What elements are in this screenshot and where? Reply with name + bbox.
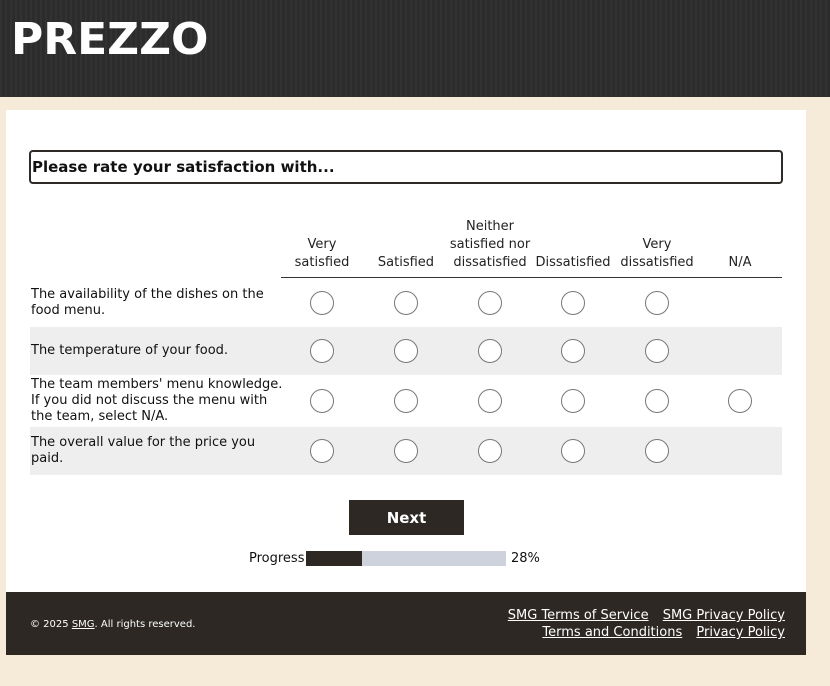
rating-row-value: The overall value for the price you paid… bbox=[30, 427, 782, 475]
smg-terms-link[interactable]: SMG Terms of Service bbox=[508, 608, 649, 623]
rating-row-temperature: The temperature of your food. bbox=[30, 327, 782, 375]
radio-neither[interactable] bbox=[478, 291, 502, 315]
column-header-na: N/A bbox=[728, 255, 752, 270]
privacy-link[interactable]: Privacy Policy bbox=[696, 625, 785, 640]
row-label: The overall value for the price you paid… bbox=[31, 435, 256, 466]
column-header-satisfied: Satisfied bbox=[377, 255, 435, 270]
radio-very-dissatisfied[interactable] bbox=[645, 291, 669, 315]
radio-very-satisfied[interactable] bbox=[310, 339, 334, 363]
copyright-prefix: © 2025 bbox=[30, 619, 72, 630]
radio-neither[interactable] bbox=[478, 439, 502, 463]
prezzo-logo[interactable]: PREZZO bbox=[11, 12, 208, 68]
radio-na[interactable] bbox=[728, 389, 752, 413]
radio-dissatisfied[interactable] bbox=[561, 389, 585, 413]
question-title: Please rate your satisfaction with... bbox=[29, 150, 783, 184]
radio-very-satisfied[interactable] bbox=[310, 389, 334, 413]
progress-percent: 28% bbox=[511, 551, 540, 566]
site-footer: © 2025 SMG. All rights reserved. SMG Ter… bbox=[6, 592, 806, 655]
progress-bar-fill bbox=[306, 551, 362, 566]
column-header-dissatisfied: Dissatisfied bbox=[535, 255, 611, 270]
site-header: PREZZO bbox=[0, 0, 830, 97]
question-text: Please rate your satisfaction with... bbox=[32, 158, 335, 176]
rating-row-menu-knowledge: The team members' menu knowledge. If you… bbox=[30, 375, 782, 427]
footer-links: SMG Terms of Service SMG Privacy Policy … bbox=[498, 607, 785, 641]
copyright-notice: © 2025 SMG. All rights reserved. bbox=[30, 619, 195, 630]
smg-privacy-link[interactable]: SMG Privacy Policy bbox=[663, 608, 785, 623]
rating-row-availability: The availability of the dishes on the fo… bbox=[30, 279, 782, 327]
radio-neither[interactable] bbox=[478, 389, 502, 413]
radio-very-dissatisfied[interactable] bbox=[645, 389, 669, 413]
radio-very-satisfied[interactable] bbox=[310, 439, 334, 463]
progress-bar bbox=[306, 551, 506, 566]
radio-satisfied[interactable] bbox=[394, 439, 418, 463]
radio-very-dissatisfied[interactable] bbox=[645, 339, 669, 363]
row-label: The team members' menu knowledge. If you… bbox=[31, 377, 283, 424]
radio-very-satisfied[interactable] bbox=[310, 291, 334, 315]
radio-satisfied[interactable] bbox=[394, 389, 418, 413]
row-label: The temperature of your food. bbox=[31, 343, 229, 358]
radio-dissatisfied[interactable] bbox=[561, 439, 585, 463]
column-header-very-dissatisfied: Very dissatisfied bbox=[620, 237, 694, 270]
row-label: The availability of the dishes on the fo… bbox=[31, 287, 264, 318]
copyright-suffix: . All rights reserved. bbox=[94, 619, 196, 630]
header-divider bbox=[281, 277, 782, 278]
terms-link[interactable]: Terms and Conditions bbox=[542, 625, 682, 640]
smg-link[interactable]: SMG bbox=[72, 619, 95, 630]
radio-satisfied[interactable] bbox=[394, 339, 418, 363]
survey-card: Please rate your satisfaction with... Ve… bbox=[6, 110, 806, 592]
radio-dissatisfied[interactable] bbox=[561, 339, 585, 363]
column-header-very-satisfied: Very satisfied bbox=[294, 237, 350, 270]
radio-neither[interactable] bbox=[478, 339, 502, 363]
next-button[interactable]: Next bbox=[349, 500, 464, 535]
radio-satisfied[interactable] bbox=[394, 291, 418, 315]
column-header-neither: Neither satisfied nor dissatisfied bbox=[449, 219, 531, 270]
progress-label: Progress bbox=[249, 551, 305, 566]
radio-very-dissatisfied[interactable] bbox=[645, 439, 669, 463]
radio-dissatisfied[interactable] bbox=[561, 291, 585, 315]
